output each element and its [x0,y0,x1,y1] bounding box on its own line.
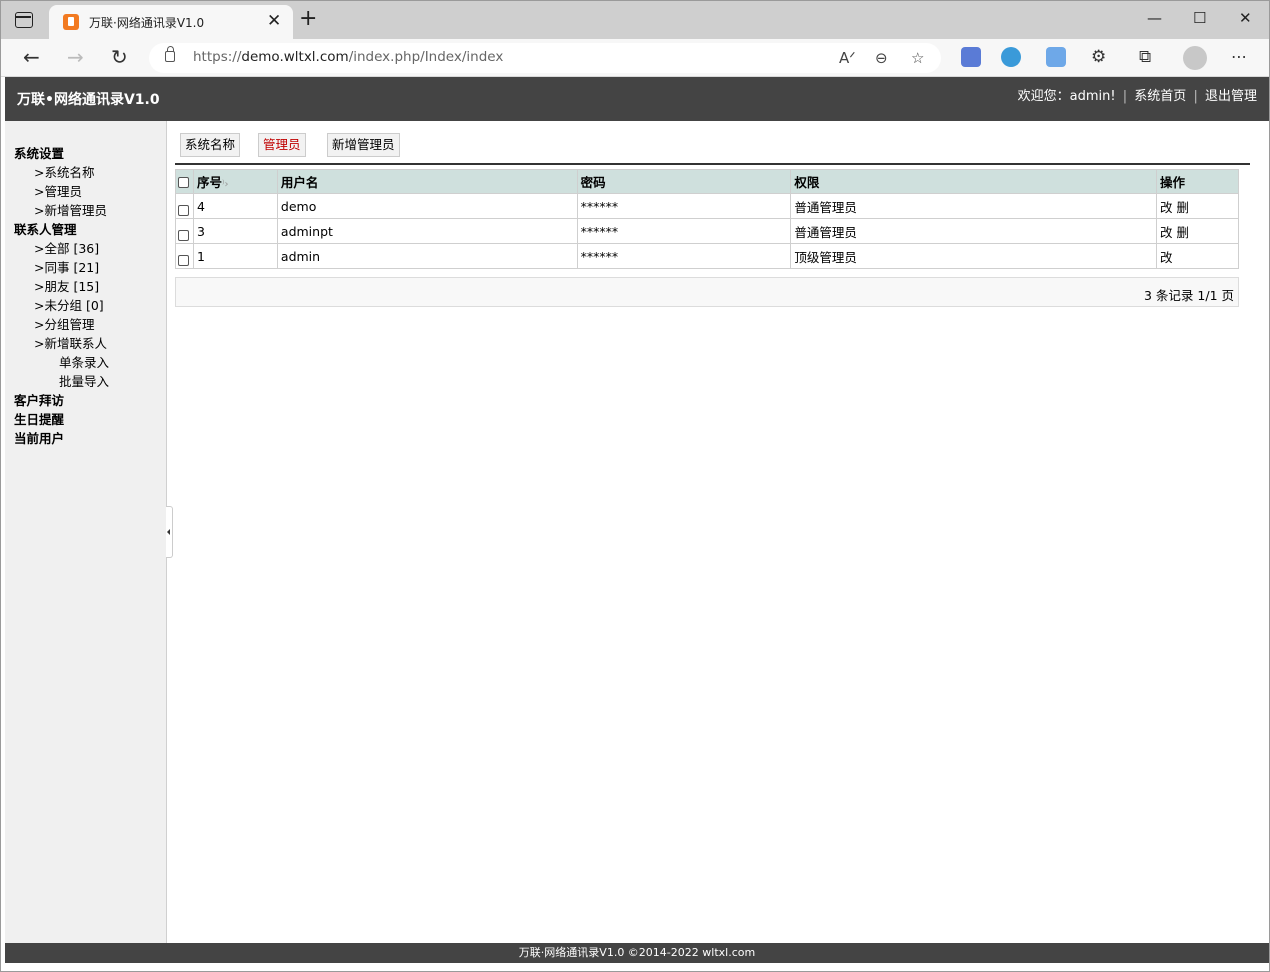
extensions-icon[interactable]: ⚙ [1091,45,1106,69]
collections-icon[interactable]: ⧉ [1139,45,1151,69]
browser-toolbar: ← → ↻ https://demo.wltxl.com/index.php/I… [1,39,1269,77]
cell-password: ****** [576,243,792,269]
sidebar-group-heading[interactable]: 客户拜访 [14,391,109,410]
app-title: 万联•网络通讯录V1.0 [17,92,160,108]
pagination: 3 条记录 1/1 页 [175,277,1239,307]
sidebar-item[interactable]: 批量导入 [14,372,109,391]
cell-actions: 改 [1156,243,1239,269]
cell-id: 4 [192,193,278,219]
cell-username: demo [276,193,578,219]
refresh-icon[interactable]: ↻ [111,45,128,69]
lock-icon[interactable] [165,46,175,62]
row-select-cell [175,243,194,269]
app-header: 万联•网络通讯录V1.0 欢迎您：admin! | 系统首页 | 退出管理 [5,77,1269,121]
pagination-summary: 3 条记录 1/1 页 [1144,288,1234,303]
back-icon[interactable]: ← [23,45,40,69]
column-header-username: 用户名 [276,169,578,194]
sidebar-group-heading[interactable]: 系统设置 [14,144,109,163]
forward-icon[interactable]: → [67,45,84,69]
address-bar[interactable]: https://demo.wltxl.com/index.php/Index/i… [149,43,941,73]
sidebar-menu: 系统设置 >系统名称 >管理员 >新增管理员 联系人管理 >全部 [36] >同事 [21]… [14,144,109,448]
site-favicon-icon [63,14,79,30]
add-favorite-icon[interactable]: ☆ [911,48,924,68]
tab-title: 万联·网络通讯录V1.0 [89,16,205,30]
edit-link[interactable]: 改 [1160,225,1173,240]
sidebar-item[interactable]: >新增联系人 [14,334,109,353]
edit-link[interactable]: 改 [1160,200,1173,215]
new-tab-icon[interactable]: + [299,7,317,31]
cell-id: 3 [192,218,278,244]
cell-role: 顶级管理员 [790,243,1158,269]
select-all-checkbox[interactable] [178,177,189,188]
sidebar-group-heading[interactable]: 当前用户 [14,429,109,448]
table-row: 1 admin ****** 顶级管理员改 [175,243,1239,269]
column-header-actions: 操作 [1156,169,1239,194]
browser-tab[interactable]: 万联·网络通讯录V1.0 ✕ [49,5,293,39]
delete-link[interactable]: 删 [1177,225,1190,240]
cell-username: admin [276,243,578,269]
edit-link[interactable]: 改 [1160,250,1173,265]
header-user-links: 欢迎您：admin! | 系统首页 | 退出管理 [1017,89,1257,104]
sidebar-item[interactable]: >同事 [21] [14,258,109,277]
sidebar-item[interactable]: >朋友 [15] [14,277,109,296]
table-row: 4 demo ****** 普通管理员改 删 [175,193,1239,219]
cell-role: 普通管理员 [790,218,1158,244]
cell-username: adminpt [276,218,578,244]
close-window-icon[interactable]: ✕ [1239,9,1252,27]
profile-avatar[interactable] [1183,46,1207,70]
tab-actions-icon[interactable] [15,12,33,28]
sidebar-group-heading[interactable]: 生日提醒 [14,410,109,429]
logout-link[interactable]: 退出管理 [1205,89,1257,104]
main-content: 系统名称 管理员 新增管理员 序号⁾› 用户名 密码 权限 操作 4 demo **… [167,121,1269,943]
select-all-cell [175,169,194,194]
table-row: 3 adminpt ****** 普通管理员改 删 [175,218,1239,244]
row-checkbox[interactable] [178,254,189,266]
more-menu-icon[interactable]: ⋯ [1231,45,1247,69]
tab-divider [175,163,1250,165]
sidebar-item[interactable]: >分组管理 [14,315,109,334]
sidebar-group-heading[interactable]: 联系人管理 [14,220,109,239]
tab-system-name[interactable]: 系统名称 [180,133,241,157]
table-header-row: 序号⁾› 用户名 密码 权限 操作 [175,169,1239,194]
row-select-cell [175,218,194,244]
browser-window: 万联·网络通讯录V1.0 ✕ + — ☐ ✕ ← → ↻ https://dem… [0,0,1270,972]
cell-password: ****** [576,218,792,244]
sidebar: 系统设置 >系统名称 >管理员 >新增管理员 联系人管理 >全部 [36] >同事 [21]… [5,121,167,943]
sidebar-item[interactable]: 单条录入 [14,353,109,372]
tab-add-admin[interactable]: 新增管理员 [327,133,400,157]
welcome-text: 欢迎您：admin! [1017,89,1116,104]
read-aloud-icon[interactable]: Aᐟ [839,48,856,68]
cell-actions: 改 删 [1156,193,1239,219]
row-checkbox[interactable] [178,229,189,241]
extension-icon[interactable] [1001,47,1021,67]
sidebar-item[interactable]: >未分组 [0] [14,296,109,315]
cell-id: 1 [192,243,278,269]
column-header-password: 密码 [576,169,792,194]
minimize-icon[interactable]: — [1147,9,1162,27]
app-footer: 万联·网络通讯录V1.0 ©2014-2022 wltxl.com [5,943,1269,963]
zoom-out-icon[interactable]: ⊖ [875,48,888,68]
tab-strip: 万联·网络通讯录V1.0 ✕ + — ☐ ✕ [1,1,1269,39]
row-select-cell [175,193,194,219]
maximize-icon[interactable]: ☐ [1193,9,1206,27]
delete-link[interactable]: 删 [1177,200,1190,215]
extension-icon[interactable] [961,47,981,67]
sidebar-item[interactable]: >管理员 [14,182,109,201]
cell-role: 普通管理员 [790,193,1158,219]
admin-table: 序号⁾› 用户名 密码 权限 操作 4 demo ****** 普通管理员改 删 3 ad… [175,169,1239,269]
column-header-role: 权限 [790,169,1158,194]
calendar-extension-icon[interactable] [1046,47,1066,67]
sidebar-item[interactable]: >全部 [36] [14,239,109,258]
home-link[interactable]: 系统首页 [1134,89,1186,104]
sidebar-item[interactable]: >新增管理员 [14,201,109,220]
tab-admins[interactable]: 管理员 [258,133,306,157]
sort-icon: ⁾› [222,179,229,190]
sidebar-item[interactable]: >系统名称 [14,163,109,182]
url-text[interactable]: https://demo.wltxl.com/index.php/Index/i… [193,49,503,65]
close-tab-icon[interactable]: ✕ [267,12,281,30]
column-header-id[interactable]: 序号⁾› [192,169,278,194]
cell-password: ****** [576,193,792,219]
row-checkbox[interactable] [178,204,189,216]
cell-actions: 改 删 [1156,218,1239,244]
